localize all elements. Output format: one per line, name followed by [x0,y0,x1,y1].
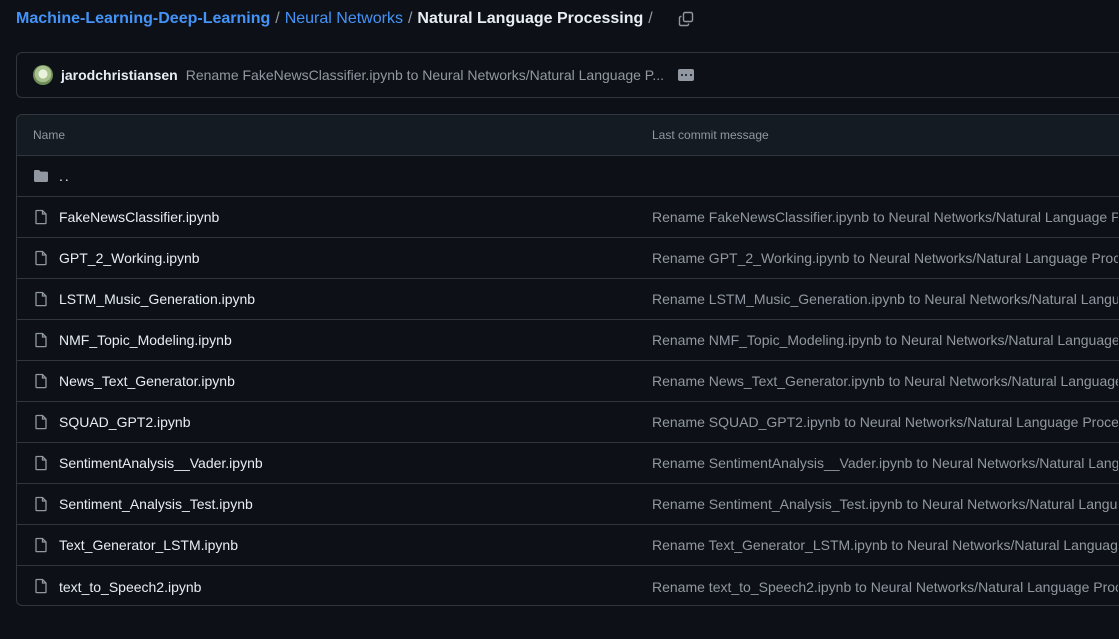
file-icon [35,455,47,471]
ellipsis-icon [680,74,683,76]
file-icon [35,537,47,553]
breadcrumb-folder-link[interactable]: Neural Networks [285,10,403,28]
file-name-link[interactable]: text_to_Speech2.ipynb [59,579,201,595]
file-name-link[interactable]: FakeNewsClassifier.ipynb [59,209,219,225]
file-icon [35,578,47,594]
folder-icon [34,170,48,182]
file-commit-message-link[interactable]: Rename News_Text_Generator.ipynb to Neur… [652,373,1118,389]
commit-message-link[interactable]: Rename FakeNewsClassifier.ipynb to Neura… [186,67,664,83]
file-row[interactable]: text_to_Speech2.ipynb Rename text_to_Spee… [17,566,1119,605]
file-icon [35,373,47,389]
ellipsis-dot [689,74,692,76]
parent-directory-row[interactable]: .. [17,156,1119,197]
column-header-name: Name [33,128,66,142]
file-commit-message-link[interactable]: Rename Sentiment_Analysis_Test.ipynb to … [652,496,1118,512]
file-row[interactable]: LSTM_Music_Generation.ipynb Rename LSTM_M… [17,279,1119,320]
column-header-last-commit-message: Last commit message [652,128,769,142]
ellipsis-dot [685,74,688,76]
file-commit-message-link[interactable]: Rename SQUAD_GPT2.ipynb to Neural Networ… [652,414,1118,430]
file-commit-message-link[interactable]: Rename LSTM_Music_Generation.ipynb to Ne… [652,291,1118,307]
table-header: Name Last commit message [17,115,1119,156]
file-row[interactable]: GPT_2_Working.ipynb Rename GPT_2_Working.… [17,238,1119,279]
expand-commit-message-button[interactable] [678,69,695,81]
file-row[interactable]: SentimentAnalysis__Vader.ipynb Rename Sen… [17,443,1119,484]
breadcrumb-separator: / [648,10,653,27]
file-row[interactable]: FakeNewsClassifier.ipynb Rename FakeNewsC… [17,197,1119,238]
file-icon [35,250,47,266]
copy-icon [678,11,693,27]
file-name-link[interactable]: NMF_Topic_Modeling.ipynb [59,332,232,348]
copy-path-button[interactable] [672,8,700,30]
file-name-link[interactable]: LSTM_Music_Generation.ipynb [59,291,255,307]
file-icon [35,496,47,512]
file-row[interactable]: Sentiment_Analysis_Test.ipynb Rename Sent… [17,484,1119,525]
file-row[interactable]: Text_Generator_LSTM.ipynb Rename Text_Gen… [17,525,1119,566]
file-commit-message-link[interactable]: Rename FakeNewsClassifier.ipynb to Neura… [652,209,1118,225]
breadcrumb-separator: / [407,10,413,27]
file-name-link[interactable]: GPT_2_Working.ipynb [59,250,200,266]
breadcrumb-separator: / [275,10,280,27]
avatar[interactable] [33,65,53,85]
file-row[interactable]: NMF_Topic_Modeling.ipynb Rename NMF_Topic… [17,320,1119,361]
file-name-link[interactable]: SentimentAnalysis__Vader.ipynb [59,455,263,471]
file-row[interactable]: News_Text_Generator.ipynb Rename News_Tex… [17,361,1119,402]
breadcrumb-repo-link[interactable]: Machine-Learning-Deep-Learning [16,10,270,28]
file-row[interactable]: SQUAD_GPT2.ipynb Rename SQUAD_GPT2.ipynb … [17,402,1119,443]
file-icon [35,209,47,225]
file-name-link[interactable]: Text_Generator_LSTM.ipynb [59,537,238,553]
file-name-link[interactable]: SQUAD_GPT2.ipynb [59,414,191,430]
file-commit-message-link[interactable]: Rename NMF_Topic_Modeling.ipynb to Neura… [652,332,1118,348]
file-commit-message-link[interactable]: Rename text_to_Speech2.ipynb to Neural N… [652,579,1118,595]
repo-folder-page: Machine-Learning-Deep-Learning / Neural … [0,0,1119,639]
file-commit-message-link[interactable]: Rename Text_Generator_LSTM.ipynb to Neur… [652,537,1118,553]
file-icon [35,291,47,307]
file-table: Name Last commit message .. FakeNewsClas… [16,114,1119,606]
file-name-link[interactable]: Sentiment_Analysis_Test.ipynb [59,496,253,512]
parent-directory-link[interactable]: .. [59,168,71,184]
breadcrumb-current-folder: Natural Language Processing [417,10,644,27]
file-name-link[interactable]: News_Text_Generator.ipynb [59,373,235,389]
breadcrumb: Machine-Learning-Deep-Learning / Neural … [16,8,700,30]
file-commit-message-link[interactable]: Rename SentimentAnalysis__Vader.ipynb to… [652,455,1118,471]
file-icon [35,332,47,348]
file-icon [35,414,47,430]
file-commit-message-link[interactable]: Rename GPT_2_Working.ipynb to Neural Net… [652,250,1118,266]
commit-author-link[interactable]: jarodchristiansen [61,67,178,83]
latest-commit-bar: jarodchristiansen Rename FakeNewsClassif… [16,52,1119,98]
